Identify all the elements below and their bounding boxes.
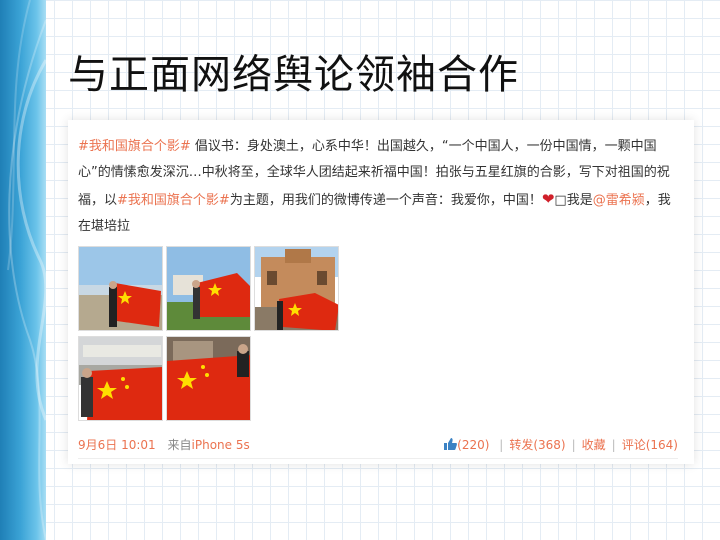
post-source-link[interactable]: iPhone 5s (192, 438, 250, 452)
action-separator: | (499, 438, 504, 452)
like-button[interactable]: (220) (444, 438, 493, 452)
post-photo-5[interactable] (166, 336, 251, 421)
post-meta: 9月6日 10:01 来自iPhone 5s (78, 436, 250, 453)
post-actions: (220) | 转发(368) | 收藏 | 评论(164) (444, 436, 678, 453)
heart-icon: ❤ (541, 190, 555, 208)
hashtag-link[interactable]: #我和国旗合个影# (78, 139, 191, 154)
action-separator: | (571, 438, 576, 452)
post-body-2: 为主题，用我们的微博传递一个声音：我爱你，中国！ (229, 193, 542, 208)
comment-button[interactable]: 评论(164) (622, 438, 678, 452)
post-from-label: 来自 (167, 438, 192, 452)
user-mention-link[interactable]: @雷希颍 (593, 193, 645, 208)
post-photo-1[interactable] (78, 246, 163, 331)
repost-button[interactable]: 转发(368) (509, 438, 565, 452)
hashtag-link-2[interactable]: #我和国旗合个影# (117, 193, 230, 208)
post-text: #我和国旗合个影# 倡议书：身处澳土，心系中华！出国越久，“一个中国人，一份中国… (78, 134, 678, 240)
favorite-button[interactable]: 收藏 (582, 438, 606, 452)
post-photo-3[interactable] (254, 246, 339, 331)
weibo-post-card: #我和国旗合个影# 倡议书：身处澳土，心系中华！出国越久，“一个中国人，一份中国… (68, 120, 694, 464)
slide-title: 与正面网络舆论领袖合作 (68, 52, 519, 98)
post-photo-2[interactable] (166, 246, 251, 331)
post-photo-4[interactable] (78, 336, 163, 421)
action-separator: | (611, 438, 616, 452)
post-body-3: □我是 (554, 193, 593, 208)
like-count: (220) (457, 438, 490, 452)
post-time-link[interactable]: 9月6日 10:01 (78, 438, 156, 452)
thumbs-up-icon (444, 438, 458, 450)
divider (78, 458, 678, 459)
post-footer: 9月6日 10:01 来自iPhone 5s (220) | 转发(368) | 收藏… (78, 436, 678, 454)
left-decorative-band (0, 0, 46, 540)
